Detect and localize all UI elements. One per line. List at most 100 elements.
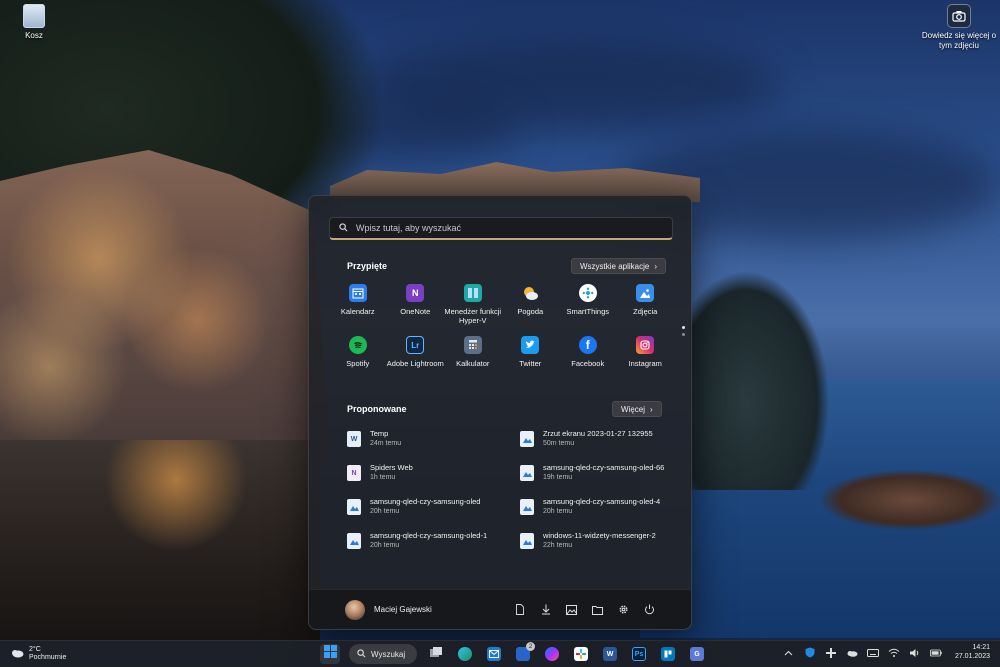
smartthings-icon xyxy=(578,284,597,302)
battery-icon[interactable] xyxy=(929,647,942,659)
search-icon xyxy=(357,648,366,660)
recommended-time: 22h temu xyxy=(543,542,573,549)
taskbar-app-edge[interactable] xyxy=(455,644,475,664)
slack-tray-icon[interactable] xyxy=(825,647,837,659)
power-icon[interactable] xyxy=(644,604,655,615)
system-tray: 14:21 27.01.2023 xyxy=(783,644,990,662)
pinned-app-facebook[interactable]: f Facebook xyxy=(559,336,617,388)
image-file-icon xyxy=(520,499,534,515)
recommended-list: W Temp 24m temu Zrzut ekranu 2023-01-27 … xyxy=(347,429,677,565)
taskbar-clock[interactable]: 14:21 27.01.2023 xyxy=(955,644,990,662)
calculator-icon xyxy=(463,336,482,354)
taskbar: 2°C Pochmurnie Wyszukaj 2 W Ps G 14:21 2… xyxy=(0,640,1000,667)
recycle-bin-icon xyxy=(23,4,45,28)
slack-icon xyxy=(574,647,588,661)
start-search-box[interactable] xyxy=(329,217,673,240)
weather-condition: Pochmurnie xyxy=(29,654,67,661)
recommended-title: Proponowane xyxy=(347,404,407,414)
wifi-icon[interactable] xyxy=(888,647,900,659)
pinned-app-calculator[interactable]: Kalkulator xyxy=(444,336,502,388)
recommended-time: 20h temu xyxy=(370,508,400,515)
taskbar-search-button[interactable]: Wyszukaj xyxy=(349,644,417,664)
search-icon xyxy=(339,219,348,237)
volume-icon[interactable] xyxy=(909,647,921,659)
pinned-page-indicator[interactable] xyxy=(682,326,685,336)
app-label: Spotify xyxy=(346,359,370,368)
pinned-app-hyperv[interactable]: Menedżer funkcji Hyper-V xyxy=(444,284,502,336)
windows-logo-icon xyxy=(323,645,337,663)
recommended-item[interactable]: samsung-qled-czy-samsung-oled-1 20h temu xyxy=(347,531,520,565)
recommended-item[interactable]: windows-11-widzety-messenger-2 22h temu xyxy=(520,531,677,565)
taskbar-app-photoshop[interactable]: Ps xyxy=(629,644,649,664)
pinned-app-calendar[interactable]: Kalendarz xyxy=(329,284,387,336)
onenote-icon: N xyxy=(406,284,425,302)
downloads-icon[interactable] xyxy=(540,604,551,615)
messenger-icon xyxy=(545,647,559,661)
weather-widget[interactable]: 2°C Pochmurnie xyxy=(10,645,66,663)
app-label: Facebook xyxy=(571,359,605,368)
recommended-name: Spiders Web xyxy=(370,463,413,472)
pinned-app-smartthings[interactable]: SmartThings xyxy=(559,284,617,336)
chevron-up-icon[interactable] xyxy=(783,647,795,659)
pinned-app-weather[interactable]: Pogoda xyxy=(502,284,560,336)
onedrive-icon[interactable] xyxy=(846,647,858,659)
pinned-app-onenote[interactable]: N OneNote xyxy=(387,284,445,336)
image-file-icon xyxy=(347,533,361,549)
pinned-app-lightroom[interactable]: Lr Adobe Lightroom xyxy=(387,336,445,388)
file-explorer-icon[interactable] xyxy=(592,604,603,615)
taskbar-app-slack[interactable] xyxy=(571,644,591,664)
recommended-name: Zrzut ekranu 2023-01-27 132955 xyxy=(543,429,653,438)
recommended-time: 20h temu xyxy=(370,542,400,549)
taskbar-app-translator[interactable]: G xyxy=(687,644,707,664)
instagram-icon xyxy=(636,336,655,354)
recommended-item[interactable]: Zrzut ekranu 2023-01-27 132955 50m temu xyxy=(520,429,677,463)
recommended-item[interactable]: samsung-qled-czy-samsung-oled-4 20h temu xyxy=(520,497,677,531)
calendar-icon xyxy=(348,284,367,302)
task-view-button[interactable] xyxy=(426,644,446,664)
start-button[interactable] xyxy=(320,644,340,664)
keyboard-icon[interactable] xyxy=(866,647,879,659)
recycle-bin[interactable]: Kosz xyxy=(14,4,54,40)
more-button[interactable]: Więcej › xyxy=(612,401,662,417)
spotlight-learn-more[interactable]: Dowiedz się więcej o tym zdjęciu xyxy=(918,4,1000,50)
pinned-app-instagram[interactable]: Instagram xyxy=(617,336,675,388)
app-label: Adobe Lightroom xyxy=(386,359,444,368)
translator-icon: G xyxy=(690,647,704,661)
pictures-icon[interactable] xyxy=(566,604,577,615)
pinned-app-spotify[interactable]: Spotify xyxy=(329,336,387,388)
documents-icon[interactable] xyxy=(514,604,525,615)
pinned-app-photos[interactable]: Zdjęcia xyxy=(617,284,675,336)
all-apps-button[interactable]: Wszystkie aplikacje › xyxy=(571,258,667,274)
app-label: Menedżer funkcji Hyper-V xyxy=(444,307,502,326)
word-icon: W xyxy=(603,647,617,661)
weather-temperature: 2°C xyxy=(29,645,41,653)
user-name[interactable]: Maciej Gajewski xyxy=(374,605,432,614)
photoshop-icon: Ps xyxy=(632,647,646,661)
settings-gear-icon[interactable] xyxy=(618,604,629,615)
clock-date: 27.01.2023 xyxy=(954,652,990,660)
taskbar-apps: Wyszukaj 2 W Ps G xyxy=(320,642,707,664)
recommended-name: windows-11-widzety-messenger-2 xyxy=(543,531,656,540)
avatar[interactable] xyxy=(345,599,365,620)
taskbar-app-messenger-mail[interactable]: 2 xyxy=(513,642,535,664)
pinned-app-twitter[interactable]: Twitter xyxy=(502,336,560,388)
recommended-item[interactable]: N Spiders Web 1h temu xyxy=(347,463,520,497)
taskbar-app-messenger[interactable] xyxy=(542,644,562,664)
recommended-item[interactable]: W Temp 24m temu xyxy=(347,429,520,463)
recommended-time: 20h temu xyxy=(543,508,573,515)
recommended-item[interactable]: samsung-qled-czy-samsung-oled-66 19h tem… xyxy=(520,463,677,497)
mail-icon xyxy=(487,647,501,661)
taskbar-app-trello[interactable] xyxy=(658,644,678,664)
taskbar-app-mail[interactable] xyxy=(484,644,504,664)
taskbar-app-word[interactable]: W xyxy=(600,644,620,664)
recommended-name: samsung-qled-czy-samsung-oled xyxy=(370,497,481,506)
cloud-icon xyxy=(10,645,24,663)
notification-badge: 2 xyxy=(526,642,535,651)
app-label: Twitter xyxy=(519,359,542,368)
edge-icon xyxy=(458,647,472,661)
image-file-icon xyxy=(347,499,361,515)
recommended-item[interactable]: samsung-qled-czy-samsung-oled 20h temu xyxy=(347,497,520,531)
search-input[interactable] xyxy=(356,223,672,233)
defender-icon[interactable] xyxy=(804,647,816,659)
twitter-icon xyxy=(521,336,540,354)
